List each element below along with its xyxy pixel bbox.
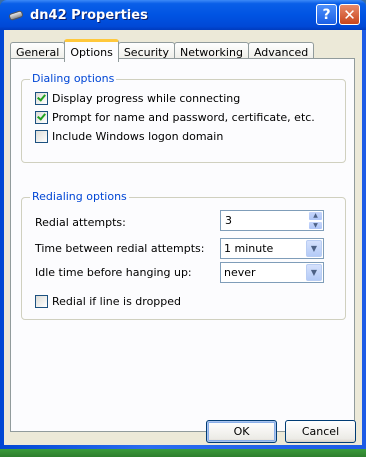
redialing-options-legend: Redialing options [30, 190, 129, 203]
dialup-connection-icon [8, 7, 24, 23]
help-icon[interactable]: ? [316, 4, 337, 25]
checkbox-box[interactable] [35, 92, 48, 105]
idle-time-label: Idle time before hanging up: [35, 266, 192, 279]
spin-up-icon[interactable]: ▲ [308, 211, 323, 221]
time-between-redial-value: 1 minute [224, 242, 274, 255]
options-panel: Dialing options Display progress while c… [10, 58, 355, 432]
checkbox-box[interactable] [35, 295, 48, 308]
close-icon[interactable]: ✕ [339, 4, 360, 25]
dialing-options-group: Dialing options Display progress while c… [21, 72, 346, 163]
include-logon-domain-checkbox[interactable]: Include Windows logon domain [35, 130, 223, 143]
dialog-client-area: General Options Security Networking Adva… [4, 30, 362, 445]
ok-button[interactable]: OK [206, 420, 277, 443]
dialing-options-legend: Dialing options [30, 72, 117, 85]
time-between-redial-label: Time between redial attempts: [35, 242, 205, 255]
tab-options[interactable]: Options [64, 39, 119, 62]
window-title: dn42 Properties [30, 7, 148, 23]
redial-attempts-label: Redial attempts: [35, 216, 126, 229]
redial-if-dropped-checkbox[interactable]: Redial if line is dropped [35, 295, 181, 308]
checkbox-box[interactable] [35, 130, 48, 143]
checkbox-label: Redial if line is dropped [52, 295, 182, 308]
checkmark-icon [37, 92, 46, 102]
properties-window: dn42 Properties ? ✕ General Options Secu… [0, 0, 366, 449]
cancel-button[interactable]: Cancel [285, 420, 356, 443]
time-between-redial-select[interactable]: 1 minute ▼ [220, 238, 324, 259]
title-bar[interactable]: dn42 Properties ? ✕ [0, 0, 366, 30]
redial-attempts-spinner[interactable]: 3 ▲ ▼ [220, 210, 324, 231]
checkbox-label: Display progress while connecting [52, 92, 241, 105]
redial-attempts-value[interactable]: 3 [221, 211, 308, 230]
display-progress-checkbox[interactable]: Display progress while connecting [35, 92, 240, 105]
dropdown-arrow-icon[interactable]: ▼ [306, 264, 322, 281]
desktop-background-strip [0, 449, 366, 457]
checkbox-box[interactable] [35, 111, 48, 124]
checkmark-icon [37, 111, 46, 121]
idle-time-select[interactable]: never ▼ [220, 262, 324, 283]
prompt-name-password-checkbox[interactable]: Prompt for name and password, certificat… [35, 111, 315, 124]
redialing-options-group: Redialing options Redial attempts: 3 ▲ ▼… [21, 190, 346, 320]
checkbox-label: Include Windows logon domain [52, 130, 224, 143]
idle-time-value: never [224, 266, 256, 279]
dropdown-arrow-icon[interactable]: ▼ [306, 240, 322, 257]
checkbox-label: Prompt for name and password, certificat… [52, 111, 315, 124]
spin-down-icon[interactable]: ▼ [308, 220, 323, 230]
